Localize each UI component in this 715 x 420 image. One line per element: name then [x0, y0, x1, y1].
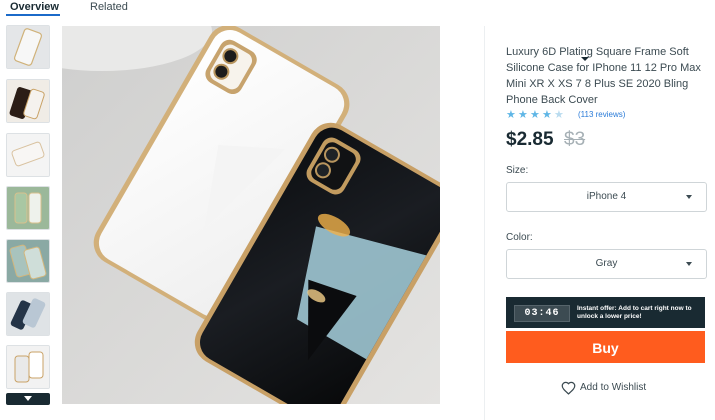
size-label: Size:	[506, 165, 529, 176]
caret-down-icon	[686, 262, 692, 266]
wishlist-label: Add to Wishlist	[580, 382, 647, 393]
heart-icon	[561, 381, 576, 395]
main-product-image	[62, 26, 440, 404]
thumbnail-3[interactable]	[6, 133, 50, 177]
color-label: Color:	[506, 232, 533, 243]
size-select[interactable]: iPhone 4	[506, 182, 707, 212]
star-icon: ★	[506, 109, 516, 121]
thumbnail-1[interactable]	[6, 25, 50, 69]
reviews-link[interactable]: (113 reviews)	[578, 110, 625, 120]
tab-bar: Overview Related	[0, 0, 300, 16]
more-thumbnails-button[interactable]	[6, 393, 50, 405]
chevron-down-icon	[24, 396, 32, 401]
thumbnail-4[interactable]	[6, 186, 50, 230]
color-select[interactable]: Gray	[506, 249, 707, 279]
product-info-panel: Luxury 6D Plating Square Frame Soft Sili…	[484, 26, 715, 420]
thumbnail-strip	[6, 25, 50, 405]
color-selected-value: Gray	[595, 258, 618, 269]
thumbnail-7[interactable]	[6, 345, 50, 389]
product-rating: ★ ★ ★ ★ ★ (113 reviews)	[506, 109, 706, 121]
half-star-icon: ★	[554, 109, 564, 121]
offer-pointer	[581, 57, 589, 61]
countdown-timer: 03:46	[514, 305, 570, 322]
thumbnail-6[interactable]	[6, 292, 50, 336]
buy-button[interactable]: Buy	[506, 331, 705, 363]
star-icon: ★	[542, 109, 552, 121]
tab-related[interactable]: Related	[90, 0, 128, 14]
current-price: $2.85	[506, 129, 554, 150]
instant-offer-banner: 03:46 Instant offer: Add to cart right n…	[506, 297, 705, 328]
caret-down-icon	[686, 195, 692, 199]
offer-text: Instant offer: Add to cart right now to …	[577, 305, 692, 320]
thumbnail-5[interactable]	[6, 239, 50, 283]
original-price: $3	[564, 129, 586, 150]
tab-overview[interactable]: Overview	[10, 0, 59, 14]
product-title: Luxury 6D Plating Square Frame Soft Sili…	[506, 46, 701, 106]
size-selected-value: iPhone 4	[586, 191, 627, 202]
thumbnail-2[interactable]	[6, 79, 50, 123]
star-icon: ★	[530, 109, 540, 121]
star-icon: ★	[518, 109, 528, 121]
active-tab-indicator	[6, 14, 60, 16]
